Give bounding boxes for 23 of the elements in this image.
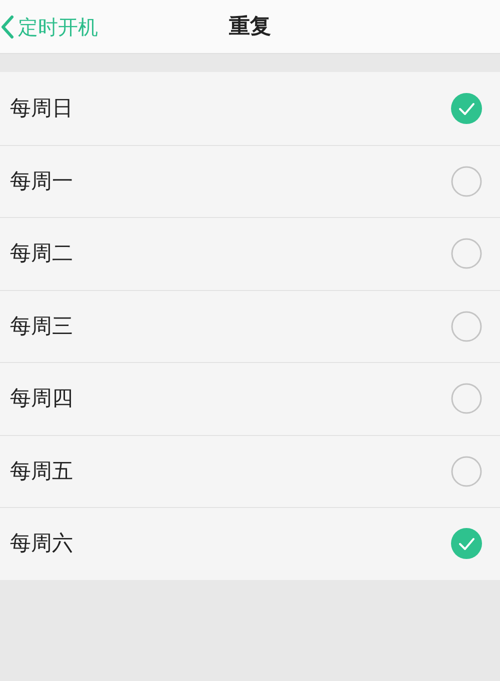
day-option[interactable]: 每周一 — [0, 144, 500, 217]
day-label: 每周五 — [10, 458, 74, 484]
day-label: 每周二 — [10, 240, 74, 267]
day-option[interactable]: 每周三 — [0, 290, 500, 362]
page-title: 重复 — [229, 12, 271, 40]
day-option[interactable]: 每周四 — [0, 362, 500, 434]
empty-circle-icon[interactable] — [450, 166, 482, 197]
back-chevron-icon — [0, 14, 14, 38]
day-label: 每周日 — [10, 94, 74, 122]
empty-circle-icon[interactable] — [450, 238, 482, 270]
day-option[interactable]: 每周日 — [0, 72, 500, 144]
day-option[interactable]: 每周二 — [0, 217, 500, 290]
empty-circle-icon[interactable] — [450, 456, 482, 487]
day-option[interactable]: 每周五 — [0, 434, 500, 507]
empty-circle-icon[interactable] — [450, 383, 482, 414]
day-label: 每周六 — [10, 530, 74, 557]
checked-circle-icon[interactable] — [450, 528, 482, 560]
day-label: 每周一 — [10, 168, 74, 194]
day-option[interactable]: 每周六 — [0, 507, 500, 580]
empty-circle-icon[interactable] — [450, 310, 482, 342]
day-label: 每周三 — [10, 312, 74, 340]
day-label: 每周四 — [10, 385, 74, 412]
checked-circle-icon[interactable] — [450, 92, 482, 124]
